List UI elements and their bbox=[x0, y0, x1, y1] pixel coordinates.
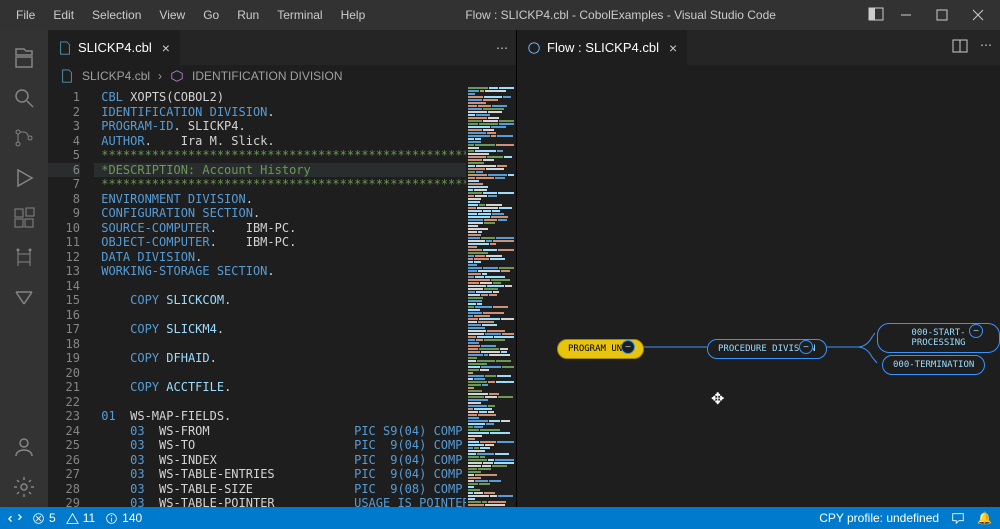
title-bar: FileEditSelectionViewGoRunTerminalHelp F… bbox=[0, 0, 1000, 30]
menu-item-selection[interactable]: Selection bbox=[84, 4, 149, 26]
references-icon[interactable] bbox=[0, 238, 48, 278]
layout-toggle-icon[interactable] bbox=[868, 6, 884, 25]
file-icon bbox=[58, 41, 72, 55]
close-icon[interactable]: × bbox=[162, 40, 170, 56]
split-editor-icon[interactable] bbox=[952, 38, 968, 57]
status-cpy-profile[interactable]: CPY profile: undefined bbox=[819, 511, 939, 525]
tab-label: Flow : SLICKP4.cbl bbox=[547, 40, 659, 55]
symbol-icon bbox=[170, 69, 184, 83]
menu-item-file[interactable]: File bbox=[8, 4, 43, 26]
collapse-toggle[interactable]: − bbox=[969, 324, 983, 338]
breadcrumb-file: SLICKP4.cbl bbox=[82, 69, 150, 83]
collapse-toggle[interactable]: − bbox=[799, 340, 813, 354]
menu-item-go[interactable]: Go bbox=[195, 4, 227, 26]
menu-item-terminal[interactable]: Terminal bbox=[269, 4, 330, 26]
chevron-right-icon: › bbox=[158, 69, 162, 83]
move-cursor-icon: ✥ bbox=[711, 389, 724, 409]
code-content[interactable]: CBL XOPTS(COBOL2) IDENTIFICATION DIVISIO… bbox=[94, 87, 466, 507]
flow-diagram-pane: Flow : SLICKP4.cbl × ⋯ PROGRAM UNIT − PR… bbox=[516, 30, 1000, 507]
activity-bar bbox=[0, 30, 48, 507]
editor-tabs-left: SLICKP4.cbl × ⋯ bbox=[48, 30, 516, 65]
menu-bar: FileEditSelectionViewGoRunTerminalHelp bbox=[8, 4, 373, 26]
account-icon[interactable] bbox=[0, 427, 48, 467]
breadcrumb[interactable]: SLICKP4.cbl › IDENTIFICATION DIVISION bbox=[48, 65, 516, 87]
line-number-gutter: 1234567891011121314151617181920212223242… bbox=[48, 87, 94, 507]
status-bar: 5 11 140 CPY profile: undefined 🔔 bbox=[0, 507, 1000, 529]
run-debug-icon[interactable] bbox=[0, 158, 48, 198]
collapse-toggle[interactable]: − bbox=[621, 340, 635, 354]
minimap[interactable] bbox=[466, 87, 516, 507]
menu-item-view[interactable]: View bbox=[151, 4, 193, 26]
menu-item-edit[interactable]: Edit bbox=[45, 4, 82, 26]
tab-slickp4[interactable]: SLICKP4.cbl × bbox=[48, 30, 180, 65]
search-icon[interactable] bbox=[0, 78, 48, 118]
more-icon[interactable]: ⋯ bbox=[496, 41, 508, 55]
info-icon bbox=[105, 512, 118, 525]
error-icon bbox=[32, 512, 45, 525]
zowe-icon[interactable] bbox=[0, 278, 48, 318]
extensions-icon[interactable] bbox=[0, 198, 48, 238]
maximize-button[interactable] bbox=[928, 5, 956, 25]
status-info[interactable]: 140 bbox=[105, 511, 142, 525]
tab-label: SLICKP4.cbl bbox=[78, 40, 152, 55]
feedback-icon[interactable] bbox=[951, 511, 965, 525]
code-editor[interactable]: 1234567891011121314151617181920212223242… bbox=[48, 87, 516, 507]
menu-item-help[interactable]: Help bbox=[333, 4, 374, 26]
bell-icon[interactable]: 🔔 bbox=[977, 511, 992, 525]
flow-canvas[interactable]: PROGRAM UNIT − PROCEDURE DIVISION − 000-… bbox=[517, 65, 1000, 507]
minimize-button[interactable] bbox=[892, 5, 920, 25]
code-editor-pane: SLICKP4.cbl × ⋯ SLICKP4.cbl › IDENTIFICA… bbox=[48, 30, 516, 507]
tab-flow[interactable]: Flow : SLICKP4.cbl × bbox=[517, 30, 687, 65]
file-icon bbox=[60, 69, 74, 83]
status-warnings[interactable]: 11 bbox=[66, 511, 95, 525]
close-icon[interactable]: × bbox=[669, 40, 677, 56]
settings-gear-icon[interactable] bbox=[0, 467, 48, 507]
more-icon[interactable]: ⋯ bbox=[980, 38, 992, 57]
explorer-icon[interactable] bbox=[0, 38, 48, 78]
menu-item-run[interactable]: Run bbox=[229, 4, 267, 26]
breadcrumb-section: IDENTIFICATION DIVISION bbox=[192, 69, 342, 83]
flow-icon bbox=[527, 41, 541, 55]
editor-tabs-right: Flow : SLICKP4.cbl × ⋯ bbox=[517, 30, 1000, 65]
remote-indicator[interactable] bbox=[8, 511, 22, 525]
flow-node-termination[interactable]: 000-TERMINATION bbox=[882, 355, 985, 375]
source-control-icon[interactable] bbox=[0, 118, 48, 158]
flow-connectors bbox=[517, 65, 1000, 507]
close-button[interactable] bbox=[964, 5, 992, 25]
status-errors[interactable]: 5 bbox=[32, 511, 56, 525]
warning-icon bbox=[66, 512, 79, 525]
window-title: Flow : SLICKP4.cbl - CobolExamples - Vis… bbox=[373, 8, 868, 22]
